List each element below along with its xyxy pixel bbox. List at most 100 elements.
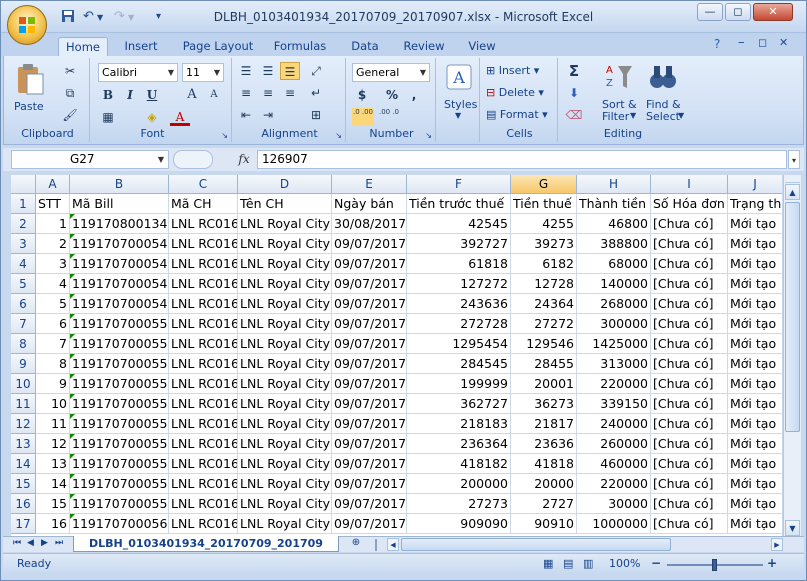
column-header-e[interactable]: E	[332, 175, 407, 194]
table-cell[interactable]: 1191707000548	[70, 274, 169, 294]
table-cell[interactable]: 11	[36, 414, 70, 434]
table-cell[interactable]: 1191708001345	[70, 214, 169, 234]
table-cell[interactable]: 20001	[511, 374, 577, 394]
scroll-left-icon[interactable]: ◀	[387, 538, 399, 551]
table-cell[interactable]: 39273	[511, 234, 577, 254]
table-cell[interactable]: LNL Royal City	[238, 354, 332, 374]
table-cell[interactable]: 313000	[577, 354, 651, 374]
table-cell[interactable]: 220000	[577, 474, 651, 494]
table-cell[interactable]: 09/07/2017	[332, 254, 407, 274]
number-dialog-launcher-icon[interactable]: ↘	[425, 131, 432, 140]
insert-function-button[interactable]: fx	[235, 150, 253, 169]
row-header-11[interactable]: 11	[11, 394, 36, 414]
table-cell[interactable]: Mới tạo	[728, 454, 782, 474]
table-cell[interactable]: LNL Royal City	[238, 454, 332, 474]
table-cell[interactable]: 392727	[407, 234, 511, 254]
table-cell[interactable]: 28455	[511, 354, 577, 374]
row-header-8[interactable]: 8	[11, 334, 36, 354]
tab-data[interactable]: Data	[343, 37, 387, 57]
table-cell[interactable]: 16	[36, 514, 70, 534]
row-header-1[interactable]: 1	[11, 194, 36, 214]
help-icon[interactable]: ?	[714, 37, 720, 51]
table-cell[interactable]: Mới tạo	[728, 374, 782, 394]
table-cell[interactable]: Mới tạo	[728, 334, 782, 354]
table-cell[interactable]: LNL RC016	[169, 394, 238, 414]
table-cell[interactable]: 6	[36, 314, 70, 334]
sort-filter-button[interactable]: AZ Sort & Filter ▼	[600, 60, 640, 130]
table-cell[interactable]: 36273	[511, 394, 577, 414]
table-cell[interactable]: LNL RC016	[169, 514, 238, 534]
table-cell[interactable]: Mới tạo	[728, 494, 782, 514]
table-cell[interactable]: Mới tạo	[728, 414, 782, 434]
header-cell[interactable]: STT	[36, 194, 70, 214]
currency-button[interactable]: $	[352, 86, 372, 104]
name-box[interactable]: G27 ▼	[11, 150, 169, 169]
column-header-b[interactable]: B	[70, 175, 169, 194]
table-cell[interactable]: 1191707000557	[70, 454, 169, 474]
table-cell[interactable]: 46800	[577, 214, 651, 234]
zoom-level[interactable]: 100%	[609, 557, 640, 570]
table-cell[interactable]: LNL Royal City	[238, 474, 332, 494]
table-cell[interactable]: 4255	[511, 214, 577, 234]
table-cell[interactable]: LNL RC016	[169, 274, 238, 294]
align-bottom-icon[interactable]: ☰	[280, 62, 300, 80]
table-cell[interactable]: LNL RC016	[169, 294, 238, 314]
comma-button[interactable]: ,	[404, 86, 424, 104]
table-cell[interactable]: 23636	[511, 434, 577, 454]
tab-page-layout[interactable]: Page Layout	[179, 37, 257, 57]
table-cell[interactable]: LNL RC016	[169, 494, 238, 514]
tab-review[interactable]: Review	[398, 37, 450, 57]
table-cell[interactable]: 12	[36, 434, 70, 454]
table-cell[interactable]: [Chưa có]	[651, 414, 728, 434]
row-header-17[interactable]: 17	[11, 514, 36, 534]
header-cell[interactable]: Tiền trước thuế	[407, 194, 511, 214]
table-cell[interactable]: [Chưa có]	[651, 314, 728, 334]
table-cell[interactable]: 240000	[577, 414, 651, 434]
table-cell[interactable]: LNL Royal City	[238, 414, 332, 434]
wrap-text-icon[interactable]: ↵	[306, 84, 326, 102]
row-header-13[interactable]: 13	[11, 434, 36, 454]
expand-formula-bar-icon[interactable]: ▾	[788, 150, 800, 169]
table-cell[interactable]: 30000	[577, 494, 651, 514]
table-cell[interactable]: 127272	[407, 274, 511, 294]
row-header-7[interactable]: 7	[11, 314, 36, 334]
insert-cells-button[interactable]: ⊞ Insert ▾	[486, 64, 539, 77]
header-cell[interactable]: Ngày bán	[332, 194, 407, 214]
table-cell[interactable]: 1191707000558	[70, 474, 169, 494]
row-header-4[interactable]: 4	[11, 254, 36, 274]
column-header-f[interactable]: F	[407, 175, 511, 194]
table-cell[interactable]: 41818	[511, 454, 577, 474]
table-cell[interactable]: LNL Royal City	[238, 394, 332, 414]
tab-view[interactable]: View	[460, 37, 504, 57]
table-cell[interactable]: [Chưa có]	[651, 454, 728, 474]
table-cell[interactable]: 09/07/2017	[332, 434, 407, 454]
table-cell[interactable]: LNL RC016	[169, 334, 238, 354]
percent-button[interactable]: %	[382, 86, 402, 104]
table-cell[interactable]: LNL Royal City	[238, 274, 332, 294]
select-all-corner[interactable]	[11, 175, 36, 194]
tab-insert[interactable]: Insert	[116, 37, 166, 57]
tab-home[interactable]: Home	[58, 37, 108, 57]
table-cell[interactable]: 1191707000547	[70, 254, 169, 274]
paste-button[interactable]: Paste	[10, 62, 50, 118]
table-cell[interactable]: 243636	[407, 294, 511, 314]
align-middle-icon[interactable]: ☰	[258, 62, 278, 80]
zoom-in-button[interactable]: +	[767, 556, 777, 570]
table-cell[interactable]: 09/07/2017	[332, 514, 407, 534]
scroll-up-icon[interactable]: ▲	[785, 184, 800, 200]
split-box-icon[interactable]	[785, 175, 800, 183]
autosum-button[interactable]: Σ	[564, 62, 584, 80]
horizontal-scroll-thumb[interactable]	[401, 538, 671, 551]
restore-button[interactable]: ◻	[725, 3, 751, 21]
table-cell[interactable]: [Chưa có]	[651, 394, 728, 414]
table-cell[interactable]: 2	[36, 234, 70, 254]
chevron-down-icon[interactable]: ▼	[158, 151, 164, 168]
table-cell[interactable]: 5	[36, 294, 70, 314]
table-cell[interactable]: LNL Royal City	[238, 214, 332, 234]
fill-color-icon[interactable]: ◈	[142, 108, 162, 126]
table-cell[interactable]: 1191707000553	[70, 374, 169, 394]
formula-input[interactable]: 126907	[257, 150, 787, 169]
table-cell[interactable]: 20000	[511, 474, 577, 494]
format-painter-icon[interactable]: 🖌	[60, 106, 80, 124]
table-cell[interactable]: 418182	[407, 454, 511, 474]
